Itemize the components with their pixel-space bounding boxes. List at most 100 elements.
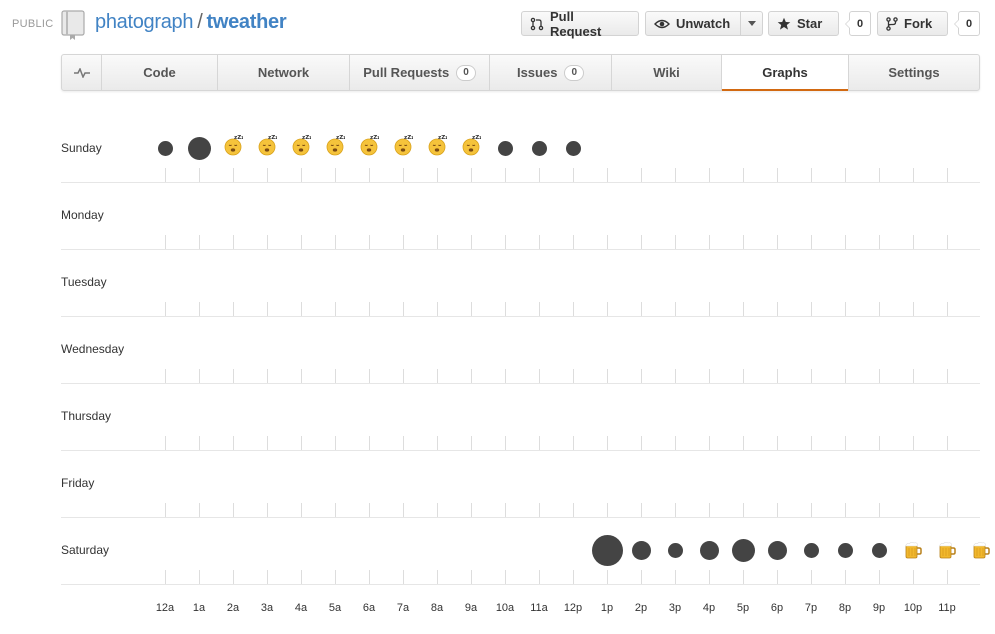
commit-dot[interactable] (631, 540, 651, 560)
hour-tick (403, 369, 404, 383)
hour-label: 11p (938, 602, 956, 614)
fork-icon (886, 16, 898, 31)
pull-request-button[interactable]: Pull Request (521, 8, 639, 39)
hour-tick (199, 302, 200, 316)
tab-wiki[interactable]: Wiki (612, 55, 722, 90)
beer-mug-icon (971, 540, 991, 560)
hour-tick (539, 302, 540, 316)
hour-tick (777, 302, 778, 316)
hour-tick (539, 369, 540, 383)
hour-tick (437, 570, 438, 584)
hour-tick (233, 436, 234, 450)
sleeping-face-icon: zZz (461, 134, 482, 156)
svg-text:zZz: zZz (370, 135, 379, 141)
hour-tick (505, 235, 506, 249)
hour-tick (879, 503, 880, 517)
tab-code[interactable]: Code (102, 55, 218, 90)
hour-tick (743, 302, 744, 316)
hour-tick (675, 235, 676, 249)
hour-tick (165, 436, 166, 450)
row-divider (61, 249, 980, 250)
hour-tick (505, 168, 506, 182)
row-divider (61, 316, 980, 317)
commit-dot[interactable] (871, 542, 887, 558)
commit-dot[interactable] (699, 540, 719, 560)
hour-tick (879, 570, 880, 584)
hour-tick (233, 570, 234, 584)
hour-tick (505, 302, 506, 316)
hour-tick (335, 570, 336, 584)
tab-pull-requests[interactable]: Pull Requests 0 (350, 55, 490, 90)
hour-tick (471, 436, 472, 450)
hour-tick (913, 570, 914, 584)
hour-tick (607, 168, 608, 182)
hour-tick (777, 235, 778, 249)
hour-tick (675, 436, 676, 450)
fork-count[interactable]: 0 (954, 11, 980, 36)
repo-icon (61, 10, 85, 40)
sleeping-face-icon: zZz (359, 134, 380, 156)
commit-dot[interactable] (767, 540, 787, 560)
hour-tick (267, 168, 268, 182)
hour-tick (437, 503, 438, 517)
tab-issues[interactable]: Issues 0 (490, 55, 612, 90)
pull-request-label: Pull Request (550, 8, 602, 39)
commit-dot[interactable] (531, 140, 547, 156)
issues-count: 0 (564, 64, 585, 81)
hour-tick (301, 503, 302, 517)
hour-tick (743, 570, 744, 584)
fork-button[interactable]: Fork (877, 11, 948, 36)
hour-label: 2a (226, 602, 240, 614)
unwatch-button[interactable]: Unwatch (645, 11, 763, 36)
hour-tick (947, 168, 948, 182)
star-count[interactable]: 0 (845, 11, 871, 36)
hour-tick (301, 570, 302, 584)
hour-tick (845, 168, 846, 182)
hour-tick (403, 436, 404, 450)
unwatch-dropdown[interactable] (740, 12, 762, 35)
commit-dot[interactable] (731, 538, 755, 562)
tab-settings[interactable]: Settings (849, 55, 979, 90)
hour-tick (437, 168, 438, 182)
hour-tick (573, 570, 574, 584)
repo-owner-link[interactable]: phatograph (95, 11, 194, 33)
hour-tick (335, 503, 336, 517)
repo-name-link[interactable]: tweather (206, 11, 286, 33)
star-button[interactable]: Star (768, 11, 839, 36)
commit-dot[interactable] (837, 542, 853, 558)
svg-text:zZz: zZz (438, 135, 447, 141)
eye-icon (654, 19, 670, 28)
hour-tick (777, 168, 778, 182)
hour-tick (947, 369, 948, 383)
sleeping-face-icon: zZz (393, 134, 414, 156)
hour-tick (811, 503, 812, 517)
tab-graphs[interactable]: Graphs (722, 55, 849, 91)
commit-dot[interactable] (497, 140, 513, 156)
hour-tick (539, 168, 540, 182)
tab-network[interactable]: Network (218, 55, 350, 90)
hour-tick (573, 168, 574, 182)
hour-tick (709, 168, 710, 182)
hour-tick (947, 436, 948, 450)
tab-pulse[interactable] (62, 55, 102, 90)
hour-tick (573, 302, 574, 316)
hour-tick (913, 503, 914, 517)
hour-tick (301, 436, 302, 450)
commit-dot[interactable] (157, 140, 173, 156)
commit-dot[interactable] (803, 542, 819, 558)
hour-tick (301, 369, 302, 383)
commit-dot[interactable] (187, 136, 211, 160)
hour-label: 10p (903, 602, 923, 614)
hour-tick (335, 235, 336, 249)
hour-tick (709, 570, 710, 584)
hour-tick (811, 570, 812, 584)
hour-label: 5p (736, 602, 750, 614)
commit-dot[interactable] (591, 534, 623, 566)
tab-wiki-label: Wiki (653, 65, 680, 80)
hour-label: 4a (294, 602, 308, 614)
commit-dot[interactable] (667, 542, 683, 558)
commit-dot[interactable] (565, 140, 581, 156)
hour-tick (607, 302, 608, 316)
hour-tick (879, 168, 880, 182)
hour-tick (675, 570, 676, 584)
